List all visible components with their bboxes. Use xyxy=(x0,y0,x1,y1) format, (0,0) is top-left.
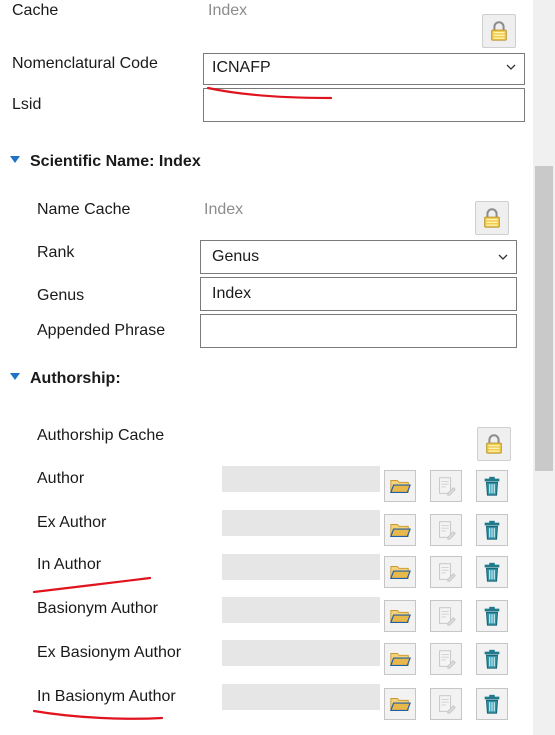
trash-icon xyxy=(481,561,503,583)
chevron-down-icon xyxy=(498,252,508,262)
ex-basionym-author-open-button[interactable] xyxy=(384,643,416,675)
author-open-button[interactable] xyxy=(384,470,416,502)
annotation-underline-in-basionym-author xyxy=(32,709,164,720)
folder-open-icon xyxy=(389,475,411,497)
author-delete-button[interactable] xyxy=(476,470,508,502)
ex-basionym-author-field[interactable] xyxy=(222,640,380,666)
nomenclatural-code-label: Nomenclatural Code xyxy=(12,55,158,72)
authorship-cache-lock-button[interactable] xyxy=(477,427,511,461)
ex-author-edit-button xyxy=(430,514,462,546)
ex-basionym-author-edit-button xyxy=(430,643,462,675)
authorship-section-header[interactable]: Authorship: xyxy=(10,370,121,388)
trash-icon xyxy=(481,475,503,497)
trash-icon xyxy=(481,519,503,541)
name-cache-label: Name Cache xyxy=(37,201,131,218)
author-edit-button xyxy=(430,470,462,502)
in-author-edit-button xyxy=(430,556,462,588)
in-author-delete-button[interactable] xyxy=(476,556,508,588)
in-author-open-button[interactable] xyxy=(384,556,416,588)
folder-open-icon xyxy=(389,693,411,715)
folder-open-icon xyxy=(389,561,411,583)
annotation-underline-in-author xyxy=(32,576,152,594)
ex-basionym-author-label: Ex Basionym Author xyxy=(37,644,182,661)
trash-icon xyxy=(481,648,503,670)
annotation-underline-nomenclatural-code xyxy=(206,86,333,100)
edit-icon xyxy=(435,605,457,627)
cache-value: Index xyxy=(208,2,248,19)
collapse-arrow-icon xyxy=(10,156,20,164)
authorship-cache-label: Authorship Cache xyxy=(37,427,165,444)
lock-icon xyxy=(488,20,510,42)
appended-phrase-label: Appended Phrase xyxy=(37,322,166,339)
edit-icon xyxy=(435,561,457,583)
in-basionym-author-edit-button xyxy=(430,688,462,720)
scientific-name-section-header[interactable]: Scientific Name: Index xyxy=(10,153,201,171)
basionym-author-open-button[interactable] xyxy=(384,600,416,632)
genus-label: Genus xyxy=(37,287,85,304)
lock-icon xyxy=(483,433,505,455)
name-cache-lock-button[interactable] xyxy=(475,201,509,235)
name-cache-value: Index xyxy=(204,201,244,218)
folder-open-icon xyxy=(389,605,411,627)
scrollbar-thumb[interactable] xyxy=(535,166,553,471)
trash-icon xyxy=(481,605,503,627)
ex-author-delete-button[interactable] xyxy=(476,514,508,546)
cache-label: Cache xyxy=(12,2,59,19)
trash-icon xyxy=(481,693,503,715)
scientific-name-section-title: Scientific Name: Index xyxy=(30,153,201,170)
author-field[interactable] xyxy=(222,466,380,492)
nomenclatural-code-value: ICNAFP xyxy=(212,59,271,76)
in-author-label: In Author xyxy=(37,556,102,573)
edit-icon xyxy=(435,693,457,715)
appended-phrase-input[interactable] xyxy=(200,314,517,348)
collapse-arrow-icon xyxy=(10,373,20,381)
edit-icon xyxy=(435,519,457,541)
edit-icon xyxy=(435,475,457,497)
genus-value: Index xyxy=(212,285,252,302)
ex-basionym-author-delete-button[interactable] xyxy=(476,643,508,675)
folder-open-icon xyxy=(389,648,411,670)
lsid-label: Lsid xyxy=(12,96,42,113)
basionym-author-label: Basionym Author xyxy=(37,600,158,617)
basionym-author-delete-button[interactable] xyxy=(476,600,508,632)
cache-lock-button[interactable] xyxy=(482,14,516,48)
lock-icon xyxy=(481,207,503,229)
basionym-author-field[interactable] xyxy=(222,597,380,623)
in-basionym-author-delete-button[interactable] xyxy=(476,688,508,720)
nomenclatural-code-select[interactable]: ICNAFP xyxy=(203,53,525,85)
ex-author-open-button[interactable] xyxy=(384,514,416,546)
edit-icon xyxy=(435,648,457,670)
chevron-down-icon xyxy=(506,62,516,72)
author-label: Author xyxy=(37,470,85,487)
authorship-section-title: Authorship: xyxy=(30,370,121,387)
genus-input[interactable]: Index xyxy=(200,277,517,311)
basionym-author-edit-button xyxy=(430,600,462,632)
rank-select[interactable]: Genus xyxy=(200,240,517,274)
in-basionym-author-field[interactable] xyxy=(222,684,380,710)
rank-label: Rank xyxy=(37,244,75,261)
in-author-field[interactable] xyxy=(222,554,380,580)
in-basionym-author-open-button[interactable] xyxy=(384,688,416,720)
ex-author-field[interactable] xyxy=(222,510,380,536)
rank-value: Genus xyxy=(212,248,260,265)
ex-author-label: Ex Author xyxy=(37,514,107,531)
folder-open-icon xyxy=(389,519,411,541)
